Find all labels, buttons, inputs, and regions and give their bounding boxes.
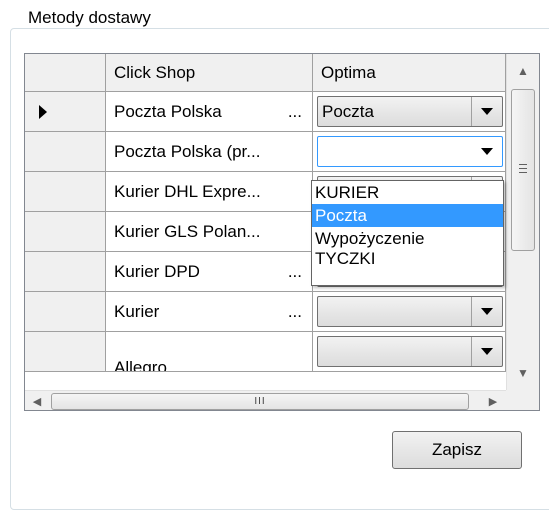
dropdown-option-wypozyczenie[interactable]: Wypożyczenie <box>312 227 503 250</box>
grip-line <box>519 164 527 165</box>
scrollbar-corner <box>506 390 539 410</box>
dropdown-option-poczta[interactable]: Poczta <box>312 204 503 227</box>
chevron-down-icon <box>481 148 493 155</box>
row-header[interactable] <box>25 132 106 172</box>
optima-combobox[interactable] <box>317 296 503 327</box>
click-shop-cell[interactable]: Kurier ... <box>106 292 313 332</box>
table-row[interactable]: Allegro <box>25 332 506 372</box>
click-shop-cell[interactable]: Poczta Polska ... <box>106 92 313 132</box>
optima-combobox[interactable]: Poczta <box>317 96 503 127</box>
chevron-down-icon <box>481 308 493 315</box>
row-header-corner <box>25 54 106 92</box>
dropdown-button[interactable] <box>471 97 502 126</box>
row-header[interactable] <box>25 172 106 212</box>
horizontal-scroll-thumb[interactable]: III <box>51 393 469 410</box>
optima-dropdown-list[interactable]: KURIER Poczta Wypożyczenie TYCZKI <box>311 180 504 286</box>
grip-line <box>519 172 527 173</box>
chevron-down-icon <box>481 348 493 355</box>
vertical-scrollbar[interactable]: ▲ ▼ <box>506 54 539 390</box>
optima-cell[interactable]: Poczta <box>313 92 506 132</box>
scroll-up-icon[interactable]: ▲ <box>507 54 539 88</box>
dropdown-button[interactable] <box>472 137 502 166</box>
row-header[interactable] <box>25 332 106 372</box>
horizontal-scrollbar[interactable]: ◀ III ▶ <box>25 390 506 410</box>
header-row: Click Shop Optima <box>25 54 506 94</box>
dropdown-option-tyczki[interactable]: TYCZKI <box>312 250 503 270</box>
click-shop-cell[interactable]: Kurier DHL Expre... <box>106 172 313 212</box>
click-shop-cell[interactable]: Poczta Polska (pr... <box>106 132 313 172</box>
optima-cell[interactable] <box>313 292 506 332</box>
table-row[interactable]: Poczta Polska (pr... <box>25 132 506 172</box>
table-row[interactable]: Poczta Polska ... Poczta <box>25 92 506 132</box>
scroll-left-icon[interactable]: ◀ <box>27 393 47 409</box>
chevron-down-icon <box>481 108 493 115</box>
row-header[interactable] <box>25 212 106 252</box>
scroll-down-icon[interactable]: ▼ <box>507 356 539 390</box>
column-header-click-shop[interactable]: Click Shop <box>106 54 313 92</box>
click-shop-cell[interactable]: Kurier GLS Polan... <box>106 212 313 252</box>
row-header[interactable] <box>25 92 106 132</box>
table-row[interactable]: Kurier ... <box>25 292 506 332</box>
click-shop-cell[interactable]: Allegro <box>106 332 313 372</box>
optima-combobox[interactable] <box>317 336 503 367</box>
dropdown-option-kurier[interactable]: KURIER <box>312 181 503 204</box>
grip-line <box>519 168 527 169</box>
current-row-arrow-icon <box>39 105 47 119</box>
group-title: Metody dostawy <box>24 8 155 28</box>
vertical-scroll-thumb[interactable] <box>511 89 535 251</box>
scroll-right-icon[interactable]: ▶ <box>483 393 503 409</box>
row-header[interactable] <box>25 292 106 332</box>
optima-combobox-open[interactable] <box>317 136 503 167</box>
save-button[interactable]: Zapisz <box>392 431 522 469</box>
optima-cell[interactable] <box>313 132 506 172</box>
row-header[interactable] <box>25 252 106 292</box>
column-header-optima[interactable]: Optima <box>313 54 506 92</box>
dropdown-button[interactable] <box>471 337 502 366</box>
optima-cell[interactable] <box>313 332 506 372</box>
dropdown-button[interactable] <box>471 297 502 326</box>
click-shop-cell[interactable]: Kurier DPD ... <box>106 252 313 292</box>
